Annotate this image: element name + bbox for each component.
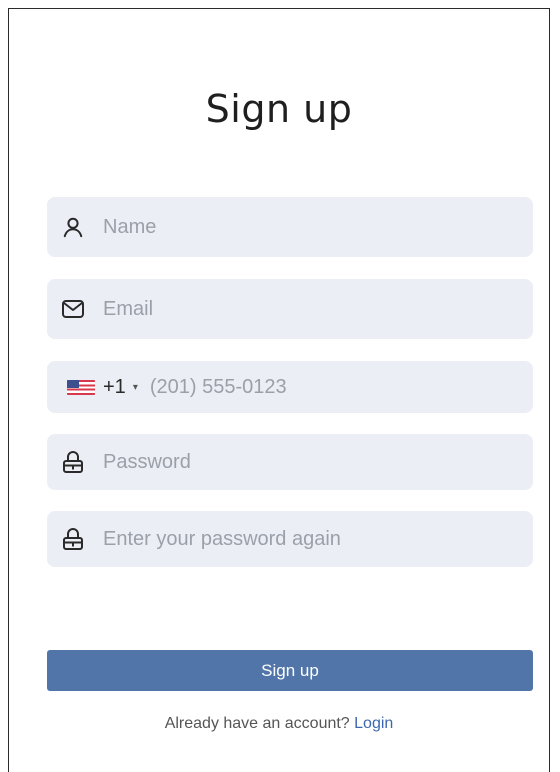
page-title: Sign up: [205, 87, 353, 131]
email-field[interactable]: [47, 279, 533, 339]
user-icon: [61, 215, 85, 239]
password-input[interactable]: [103, 434, 533, 490]
phone-field[interactable]: +1 ▾: [47, 361, 533, 413]
signup-panel: Sign up +1 ▾: [8, 8, 550, 772]
sign-up-button[interactable]: Sign up: [47, 650, 533, 691]
email-input[interactable]: [103, 279, 533, 339]
login-link[interactable]: Login: [354, 715, 393, 732]
password-field[interactable]: [47, 434, 533, 490]
phone-input[interactable]: [149, 361, 533, 413]
login-prompt: Already have an account? Login: [9, 715, 549, 733]
name-field[interactable]: [47, 197, 533, 257]
lock-icon: [61, 527, 85, 551]
name-input[interactable]: [103, 197, 533, 257]
confirm-password-field[interactable]: [47, 511, 533, 567]
chevron-down-icon: ▾: [132, 381, 138, 393]
us-flag-icon: [67, 379, 95, 395]
login-prompt-text: Already have an account?: [164, 715, 350, 732]
dial-code: +1: [103, 375, 126, 398]
country-code-selector[interactable]: +1 ▾: [67, 376, 138, 399]
confirm-password-input[interactable]: [103, 511, 533, 567]
envelope-icon: [61, 297, 85, 321]
lock-icon: [61, 450, 85, 474]
